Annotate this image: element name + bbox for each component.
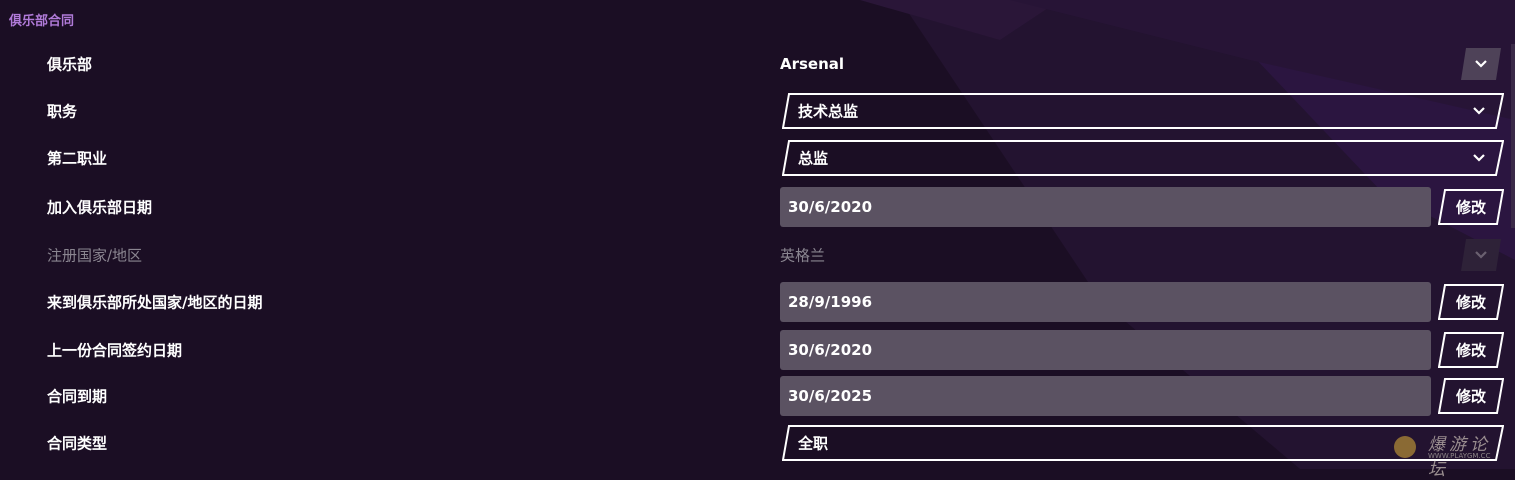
club-label: 俱乐部	[47, 55, 93, 74]
scrollbar[interactable]	[1511, 44, 1515, 228]
contract-expires-date-field[interactable]: 30/6/2025	[780, 376, 1431, 416]
contract-expires-label: 合同到期	[47, 387, 108, 406]
joined-club-edit-button[interactable]: 修改	[1438, 189, 1504, 225]
row-arrived-nation: 来到俱乐部所处国家/地区的日期 28/9/1996 修改	[0, 280, 1515, 324]
row-joined-club: 加入俱乐部日期 30/6/2020 修改	[0, 185, 1515, 229]
joined-club-date-value: 30/6/2020	[788, 198, 873, 216]
chevron-down-icon	[1461, 239, 1501, 271]
chevron-down-icon	[1473, 154, 1485, 162]
contract-type-label: 合同类型	[47, 434, 108, 453]
row-last-contract: 上一份合同签约日期 30/6/2020 修改	[0, 328, 1515, 372]
last-contract-label: 上一份合同签约日期	[47, 341, 183, 360]
second-job-select[interactable]: 总监	[782, 140, 1504, 176]
joined-club-label: 加入俱乐部日期	[47, 198, 153, 217]
row-contract-type: 合同类型 全职	[0, 421, 1515, 465]
club-dropdown-button[interactable]	[1461, 47, 1501, 81]
section-title: 俱乐部合同	[9, 14, 75, 29]
row-job: 职务 技术总监	[0, 89, 1515, 133]
second-job-select-value: 总监	[798, 149, 829, 168]
registered-nation-dropdown-button[interactable]	[1461, 238, 1501, 272]
arrived-nation-edit-button[interactable]: 修改	[1438, 284, 1504, 320]
arrived-nation-date-value: 28/9/1996	[788, 293, 873, 311]
registered-nation-value: 英格兰	[780, 246, 826, 265]
watermark-logo-icon	[1394, 436, 1416, 458]
job-select-value: 技术总监	[798, 102, 859, 121]
row-club: 俱乐部 Arsenal	[0, 42, 1515, 86]
select-outline	[782, 93, 1504, 129]
last-contract-date-field[interactable]: 30/6/2020	[780, 330, 1431, 370]
arrived-nation-edit-label: 修改	[1455, 293, 1486, 312]
club-value: Arsenal	[780, 55, 845, 73]
last-contract-date-value: 30/6/2020	[788, 341, 873, 359]
row-contract-expires: 合同到期 30/6/2025 修改	[0, 374, 1515, 418]
contract-expires-edit-button[interactable]: 修改	[1438, 378, 1504, 414]
arrived-nation-label: 来到俱乐部所处国家/地区的日期	[47, 293, 263, 312]
contract-type-select-value: 全职	[798, 434, 829, 453]
select-outline	[782, 140, 1504, 176]
contract-expires-date-value: 30/6/2025	[788, 387, 873, 405]
chevron-down-icon	[1473, 107, 1485, 115]
row-registered-nation: 注册国家/地区 英格兰	[0, 233, 1515, 277]
last-contract-edit-label: 修改	[1455, 341, 1486, 360]
contract-expires-edit-label: 修改	[1455, 387, 1486, 406]
watermark-url: WWW.PLAYGM.CC	[1428, 452, 1491, 460]
watermark: 爆游论坛 WWW.PLAYGM.CC	[1392, 428, 1508, 480]
chevron-down-icon	[1461, 48, 1501, 80]
arrived-nation-date-field[interactable]: 28/9/1996	[780, 282, 1431, 322]
joined-club-date-field[interactable]: 30/6/2020	[780, 187, 1431, 227]
registered-nation-label: 注册国家/地区	[47, 246, 143, 265]
joined-club-edit-label: 修改	[1455, 198, 1486, 217]
row-second-job: 第二职业 总监	[0, 136, 1515, 180]
second-job-label: 第二职业	[47, 149, 108, 168]
last-contract-edit-button[interactable]: 修改	[1438, 332, 1504, 368]
job-select[interactable]: 技术总监	[782, 93, 1504, 129]
job-label: 职务	[47, 102, 78, 121]
